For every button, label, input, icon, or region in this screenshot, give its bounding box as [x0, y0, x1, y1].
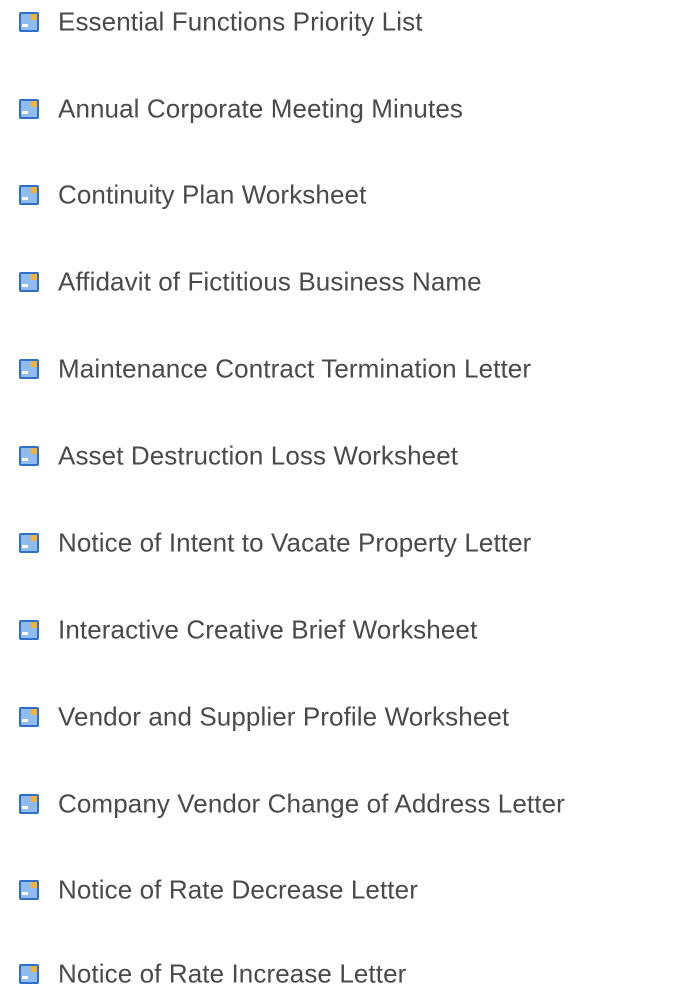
document-link[interactable]: Notice of Intent to Vacate Property Lett… [58, 528, 531, 559]
document-link[interactable]: Notice of Rate Decrease Letter [58, 875, 418, 906]
document-icon [19, 272, 39, 292]
list-item[interactable]: Notice of Intent to Vacate Property Lett… [0, 523, 677, 563]
document-icon [19, 794, 39, 814]
document-icon [19, 964, 39, 984]
document-icon [19, 620, 39, 640]
document-link[interactable]: Asset Destruction Loss Worksheet [58, 441, 458, 472]
document-link[interactable]: Annual Corporate Meeting Minutes [58, 94, 463, 125]
document-icon [19, 12, 39, 32]
list-item[interactable]: Notice of Rate Decrease Letter [0, 870, 677, 910]
document-icon [19, 185, 39, 205]
document-icon [19, 707, 39, 727]
document-link[interactable]: Essential Functions Priority List [58, 7, 423, 38]
document-icon [19, 99, 39, 119]
document-link[interactable]: Interactive Creative Brief Worksheet [58, 615, 477, 646]
list-item[interactable]: Affidavit of Fictitious Business Name [0, 262, 677, 302]
document-icon [19, 446, 39, 466]
list-item[interactable]: Continuity Plan Worksheet [0, 175, 677, 215]
list-item[interactable]: Interactive Creative Brief Worksheet [0, 610, 677, 650]
document-link[interactable]: Vendor and Supplier Profile Worksheet [58, 702, 509, 733]
document-link[interactable]: Affidavit of Fictitious Business Name [58, 267, 482, 298]
list-item[interactable]: Notice of Rate Increase Letter [0, 954, 677, 994]
list-item[interactable]: Maintenance Contract Termination Letter [0, 349, 677, 389]
document-link[interactable]: Maintenance Contract Termination Letter [58, 354, 531, 385]
list-item[interactable]: Company Vendor Change of Address Letter [0, 784, 677, 824]
document-icon [19, 359, 39, 379]
document-icon [19, 880, 39, 900]
list-item[interactable]: Asset Destruction Loss Worksheet [0, 436, 677, 476]
document-icon [19, 533, 39, 553]
document-link[interactable]: Company Vendor Change of Address Letter [58, 789, 565, 820]
document-link[interactable]: Continuity Plan Worksheet [58, 180, 366, 211]
list-item[interactable]: Essential Functions Priority List [0, 2, 677, 42]
document-link[interactable]: Notice of Rate Increase Letter [58, 959, 406, 990]
list-item[interactable]: Annual Corporate Meeting Minutes [0, 89, 677, 129]
list-item[interactable]: Vendor and Supplier Profile Worksheet [0, 697, 677, 737]
